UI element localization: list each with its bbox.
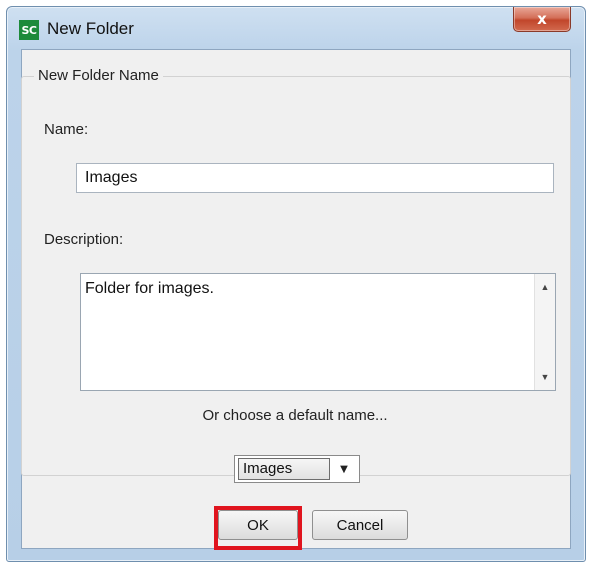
description-label: Description: [44, 231, 124, 248]
dialog-body: New Folder Name Name: Images Description… [21, 49, 571, 550]
description-text: Folder for images. [85, 280, 214, 297]
close-icon: x [537, 10, 547, 28]
ok-button-highlight [214, 506, 302, 550]
scroll-down-arrow-icon[interactable]: ▼ [535, 368, 555, 386]
scroll-up-arrow-icon[interactable]: ▲ [535, 278, 555, 296]
new-folder-dialog: SC New Folder x New Folder Name Name: Im… [6, 6, 586, 562]
cancel-button[interactable]: Cancel [312, 510, 408, 540]
default-name-dropdown[interactable]: Images ▼ [234, 455, 360, 483]
description-textarea[interactable]: Folder for images. ▲ ▼ [80, 273, 556, 391]
app-logo-icon: SC [19, 20, 39, 40]
name-input[interactable]: Images [76, 163, 554, 193]
default-name-label: Or choose a default name... [202, 407, 388, 424]
new-folder-name-group: New Folder Name Name: Images Description… [21, 67, 571, 483]
group-title: New Folder Name [34, 67, 163, 84]
title-bar[interactable]: SC New Folder x [7, 7, 585, 49]
window-title: New Folder [47, 19, 134, 38]
close-button[interactable]: x [513, 7, 571, 32]
description-scrollbar[interactable]: ▲ ▼ [534, 274, 555, 390]
default-name-selected: Images [238, 458, 330, 480]
name-label: Name: [44, 121, 89, 138]
chevron-down-icon[interactable]: ▼ [331, 458, 357, 480]
